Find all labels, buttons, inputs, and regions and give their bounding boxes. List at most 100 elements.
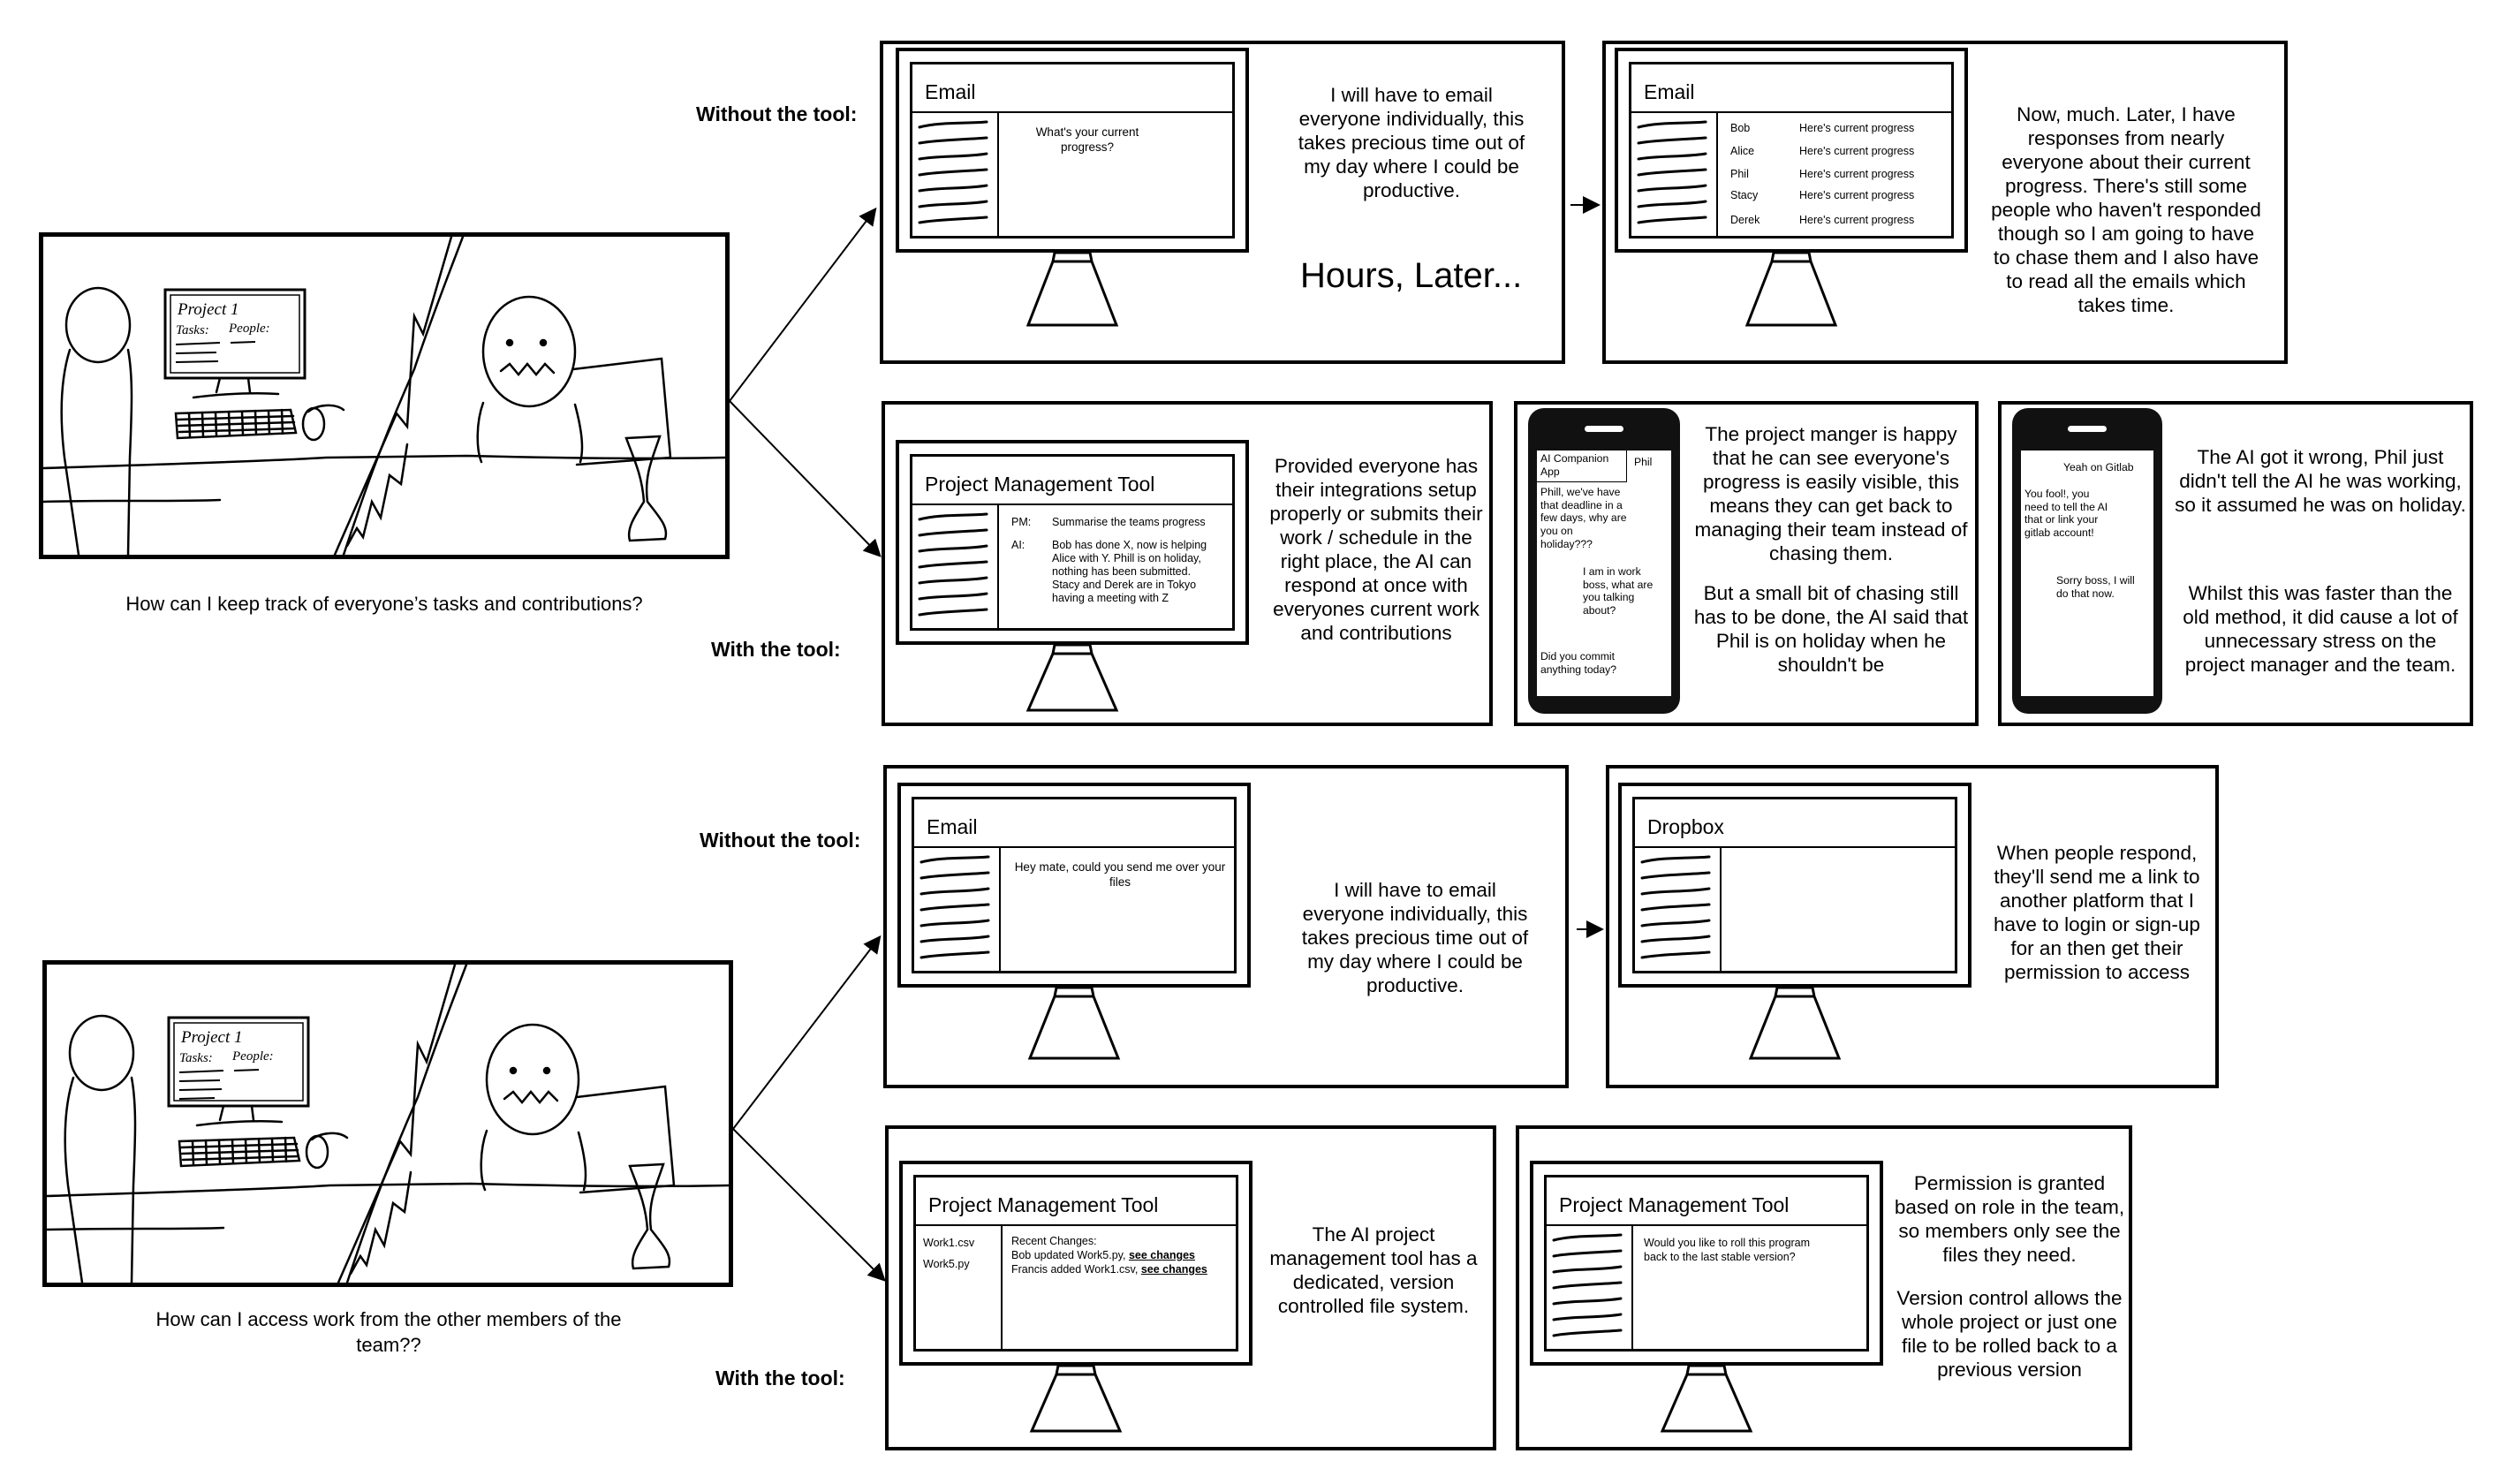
sketch-project-text: Project 1 [180, 1028, 242, 1047]
office-sketch-1: Project 1 Tasks: People: [43, 237, 725, 555]
chat-message: I am in work boss, what are you talking … [1583, 565, 1654, 617]
hours-later-text: Hours, Later... [1300, 256, 1523, 295]
email-list-sidebar [914, 848, 1001, 971]
scribble-lines [1640, 855, 1711, 959]
scenario2-caption: How can I access work from the other mem… [155, 1308, 622, 1356]
response-text: Here's current progress [1799, 122, 1915, 134]
change-text: Bob updated Work5.py, [1011, 1249, 1129, 1261]
sender-name: Alice [1730, 145, 1755, 157]
phone-screen: AI Companion App Phil Phill, we've have … [1537, 450, 1671, 696]
monitor-title: Dropbox [1635, 799, 1955, 848]
phone-screen: Yeah on Gitlab You fool!, you need to te… [2021, 450, 2153, 696]
monitor-screen: Dropbox [1632, 797, 1957, 973]
monitor-screen: Email Bob Here's current progress Alice … [1629, 62, 1954, 238]
file-list-sidebar [1635, 848, 1722, 971]
monitor-screen: Email Hey mate, could you send me over y… [912, 797, 1237, 973]
monitor: Dropbox [1618, 783, 1971, 1074]
pm-files-narration: The AI project management tool has a ded… [1269, 1223, 1478, 1317]
file-list: Work1.csv Work5.py [916, 1226, 1003, 1349]
monitor-stand [1027, 988, 1121, 1060]
monitor-bezel: Project Management Tool Work1.csv Work5.… [899, 1161, 1252, 1366]
monitor-title: Email [912, 64, 1232, 113]
monitor: Email Hey mate, could you send me over y… [897, 783, 1251, 1074]
scribble-lines [1552, 1233, 1623, 1337]
scribble-lines [918, 512, 988, 617]
monitor-title: Project Management Tool [1547, 1177, 1866, 1226]
email-message: Hey mate, could you send me over your fi… [1014, 860, 1226, 889]
email-narration: I will have to email everyone individual… [1298, 84, 1525, 201]
scribble-lines [920, 855, 990, 959]
pm-narration: Provided everyone has their integrations… [1269, 455, 1483, 644]
monitor-title: Email [914, 799, 1234, 848]
sender-name: Phil [1730, 168, 1749, 180]
monitor-title: Project Management Tool [916, 1177, 1236, 1226]
email-panel-1: Email What's your current progress? I wi… [880, 41, 1565, 364]
monitor-screen: Email What's your current progress? [910, 62, 1235, 238]
office-sketch-2: Project 1 Tasks: People: [47, 965, 729, 1283]
email-message: What's your current progress? [1035, 125, 1139, 154]
rollback-prompt: Would you like to roll this program back… [1644, 1237, 1811, 1263]
changes-heading: Recent Changes: [1011, 1235, 1097, 1247]
monitor-bezel: Dropbox [1618, 783, 1971, 988]
response-text: Here's current progress [1799, 214, 1915, 226]
change-text: Francis added Work1.csv, [1011, 1263, 1141, 1276]
monitor-screen: Project Management Tool Work1.csv Work5.… [913, 1175, 1238, 1352]
phone-notch [2068, 426, 2107, 432]
scribble-lines [918, 120, 988, 224]
monitor-bezel: Email What's your current progress? [896, 48, 1249, 253]
sidebar [912, 505, 999, 628]
rollback-narration-b: Version control allows the whole project… [1896, 1287, 2123, 1381]
monitor: Email Bob Here's current progress Alice … [1615, 48, 1968, 348]
monitor-stand [1748, 988, 1842, 1060]
chat-message: Phill, we've have that deadline in a few… [1540, 486, 1627, 550]
monitor-title: Email [1631, 64, 1951, 113]
sketch-people-text: People: [231, 1049, 274, 1064]
file-item[interactable]: Work5.py [923, 1258, 970, 1270]
phone2-narration-a: The AI got it wrong, Phil just didn't te… [2175, 446, 2466, 516]
email-list-sidebar [1631, 113, 1718, 236]
sketch-people-text: People: [228, 322, 270, 336]
phone-notch [1585, 426, 1623, 432]
pm-files-panel: Project Management Tool Work1.csv Work5.… [885, 1125, 1496, 1450]
monitor-screen: Project Management Tool PM: Summarise th… [910, 454, 1235, 631]
phone: Yeah on Gitlab You fool!, you need to te… [2012, 408, 2162, 714]
sketch-tasks-text: Tasks: [176, 323, 209, 337]
scene-sketch-1: Project 1 Tasks: People: [39, 232, 730, 559]
scribble-lines [1637, 120, 1707, 224]
monitor-stand [1660, 1366, 1753, 1433]
monitor-bezel: Project Management Tool Would you like t… [1530, 1161, 1883, 1366]
rollback-narration-a: Permission is granted based on role in t… [1894, 1172, 2125, 1266]
monitor-bezel: Email Bob Here's current progress Alice … [1615, 48, 1968, 253]
email-list-sidebar [912, 113, 999, 236]
recent-changes: Recent Changes: Bob updated Work5.py, se… [1003, 1226, 1236, 1349]
phone1-narration-a: The project manger is happy that he can … [1694, 423, 1968, 564]
file-list-sidebar [1547, 1226, 1633, 1349]
chat-message: Did you commit anything today? [1540, 650, 1617, 676]
ai-chat: PM: Summarise the teams progress AI: Bob… [999, 505, 1232, 628]
email-panel-2: Email Hey mate, could you send me over y… [883, 765, 1569, 1088]
see-changes-link[interactable]: see changes [1129, 1249, 1195, 1261]
monitor: Project Management Tool Work1.csv Work5.… [899, 1161, 1252, 1443]
monitor-stand [1025, 253, 1119, 327]
email2-narration: I will have to email everyone individual… [1301, 879, 1529, 996]
sender-name: Stacy [1730, 189, 1759, 201]
monitor-stand [1029, 1366, 1123, 1433]
contact-name: Phil [1634, 456, 1653, 468]
ai-response: Bob has done X, now is helping Alice wit… [1052, 539, 1207, 604]
monitor-screen: Project Management Tool Would you like t… [1544, 1175, 1869, 1352]
ai-label: AI: [1011, 539, 1025, 551]
file-item[interactable]: Work1.csv [923, 1237, 974, 1249]
monitor-stand [1744, 253, 1838, 327]
monitor-title: Project Management Tool [912, 457, 1232, 505]
chat-message: Sorry boss, I will do that now. [2056, 574, 2135, 600]
sender-name: Derek [1730, 214, 1760, 226]
see-changes-link[interactable]: see changes [1141, 1263, 1207, 1276]
monitor-bezel: Project Management Tool PM: Summarise th… [896, 440, 1249, 645]
phone-panel-2: Yeah on Gitlab You fool!, you need to te… [1998, 401, 2473, 726]
phone1-narration-b: But a small bit of chasing still has to … [1693, 582, 1969, 676]
rollback-panel: Project Management Tool Would you like t… [1516, 1125, 2132, 1450]
sketch-tasks-text: Tasks: [179, 1051, 213, 1065]
change-entry: Bob updated Work5.py, see changes [1011, 1249, 1195, 1263]
chat-message: You fool!, you need to tell the AI that … [2024, 488, 2108, 539]
monitor: Project Management Tool PM: Summarise th… [896, 440, 1249, 723]
